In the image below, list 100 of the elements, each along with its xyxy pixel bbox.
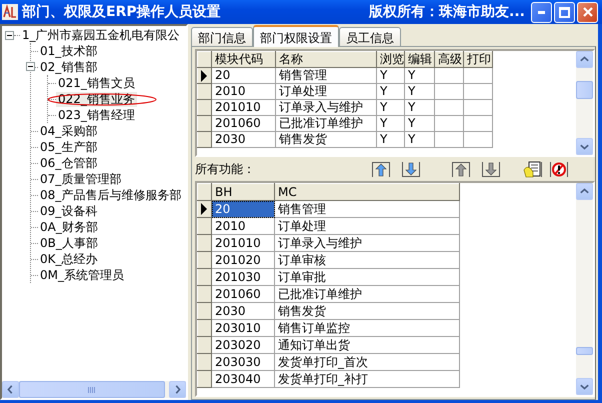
maximize-button[interactable]	[554, 2, 575, 22]
table-cell: 已批准订单维护	[274, 286, 460, 302]
table-cell: 203020	[212, 336, 274, 354]
column-header[interactable]: MC	[274, 184, 460, 200]
arrow-up-icon[interactable]	[451, 160, 471, 178]
table-cell: 201060	[212, 286, 274, 302]
table-cell: 201060	[212, 116, 276, 132]
table-cell: 203030	[212, 354, 274, 370]
scroll-up-button[interactable]	[576, 51, 593, 68]
scroll-thumb[interactable]	[576, 347, 593, 355]
scroll-left-button[interactable]	[2, 381, 19, 398]
tree-item[interactable]: 06_仓管部	[38, 156, 100, 170]
tab[interactable]: 部门权限设置	[253, 25, 339, 47]
column-header[interactable]: 名称	[276, 52, 376, 68]
tree-item[interactable]: 1_广州市嘉园五金机电有限公	[20, 28, 182, 42]
horizontal-scrollbar[interactable]	[2, 381, 186, 398]
table-cell: 销售发货	[274, 302, 460, 320]
table-cell: Y	[404, 68, 434, 84]
table-cell: 2030	[212, 302, 274, 320]
toolbar-label: 所有功能：	[195, 160, 255, 178]
column-header[interactable]: 模块代码	[212, 52, 276, 68]
tree-item[interactable]: 09_设备科	[38, 204, 100, 218]
tree-item[interactable]: 02_销售部	[38, 60, 100, 74]
table-cell: 已批准订单维护	[276, 116, 376, 132]
note-hand-icon[interactable]	[523, 160, 543, 178]
tree-item[interactable]: 021_销售文员	[56, 76, 137, 90]
arrow-up-icon[interactable]	[371, 160, 391, 178]
scroll-up-button[interactable]	[576, 183, 593, 200]
column-header[interactable]: BH	[212, 184, 274, 200]
copyright-text: 版权所有：珠海市助友...	[369, 3, 525, 21]
tab[interactable]: 员工信息	[339, 27, 401, 46]
table-cell: Y	[376, 68, 404, 84]
column-header[interactable]: 编辑	[404, 52, 434, 68]
minimize-button[interactable]	[531, 2, 552, 22]
table-cell: Y	[404, 132, 434, 148]
table-cell: 订单审核	[274, 252, 460, 268]
chevron-up-icon	[580, 187, 589, 196]
table-cell: 销售发货	[276, 132, 376, 148]
table-cell: Y	[376, 116, 404, 132]
table-cell: 201030	[212, 268, 274, 286]
table-cell: 2010	[212, 218, 274, 234]
table-cell: Y	[404, 116, 434, 132]
column-header[interactable]: 打印	[464, 52, 492, 68]
tree-item[interactable]: 07_质量管理部	[38, 172, 124, 186]
table-cell: 销售管理	[276, 68, 376, 84]
table-cell: 订单录入与维护	[274, 234, 460, 252]
scroll-thumb[interactable]	[576, 81, 593, 99]
tree-item[interactable]: 04_采购部	[38, 124, 100, 138]
vertical-scrollbar[interactable]	[576, 51, 593, 155]
tree-item[interactable]: 0K_总经办	[38, 252, 100, 266]
table-cell: 订单处理	[276, 84, 376, 100]
table-cell: Y	[404, 100, 434, 116]
collapse-toggle[interactable]	[5, 30, 14, 40]
scroll-down-button[interactable]	[576, 378, 593, 395]
no-entry-icon[interactable]	[549, 160, 569, 178]
table-cell: 203010	[212, 320, 274, 336]
tree-item[interactable]: 05_生产部	[38, 140, 100, 154]
row-selector[interactable]	[198, 68, 212, 84]
arrow-down-icon[interactable]	[481, 160, 501, 178]
chevron-right-icon	[173, 385, 182, 394]
chevron-down-icon	[580, 382, 589, 391]
app-icon	[2, 4, 18, 20]
table-cell: 订单录入与维护	[276, 100, 376, 116]
scroll-right-button[interactable]	[169, 381, 186, 398]
column-header[interactable]: 浏览	[376, 52, 404, 68]
table-cell: Y	[376, 132, 404, 148]
tree-item[interactable]: 0M_系统管理员	[38, 268, 126, 282]
tab[interactable]: 部门信息	[191, 27, 253, 46]
scroll-thumb[interactable]	[19, 381, 165, 398]
collapse-toggle[interactable]	[26, 62, 35, 71]
tree-item[interactable]: 023_销售经理	[56, 108, 137, 122]
table-cell: Y	[376, 100, 404, 116]
scroll-down-button[interactable]	[576, 138, 593, 155]
row-selector[interactable]	[198, 200, 212, 218]
arrow-down-icon[interactable]	[401, 160, 421, 178]
tree-item[interactable]: 0A_财务部	[38, 220, 100, 234]
table-cell: 销售管理	[274, 200, 460, 218]
tree-item[interactable]: 0B_人事部	[38, 236, 100, 250]
table-cell: 订单审批	[274, 268, 460, 286]
table-cell: 20	[212, 68, 276, 84]
grip-icon	[88, 386, 96, 392]
table-cell: 2010	[212, 84, 276, 100]
maximize-icon	[559, 6, 570, 18]
table-cell: 20	[212, 200, 274, 218]
tree-item[interactable]: 08_产品售后与维修服务部	[38, 188, 184, 202]
chevron-up-icon	[580, 55, 589, 64]
table-cell: 通知订单出货	[274, 336, 460, 354]
table-cell: 201010	[212, 100, 276, 116]
table-cell: Y	[376, 84, 404, 100]
table-cell: 201020	[212, 252, 274, 268]
table-cell: 销售订单监控	[274, 320, 460, 336]
column-header[interactable]: 高级	[434, 52, 464, 68]
window-title: 部门、权限及ERP操作人员设置	[22, 3, 221, 21]
table-cell: 201010	[212, 234, 274, 252]
vertical-scrollbar[interactable]	[576, 183, 593, 395]
table-cell: Y	[404, 84, 434, 100]
close-button[interactable]	[577, 2, 598, 22]
table-cell: 订单处理	[274, 218, 460, 234]
table-cell: 203040	[212, 370, 274, 388]
tree-item[interactable]: 01_技术部	[38, 44, 100, 58]
